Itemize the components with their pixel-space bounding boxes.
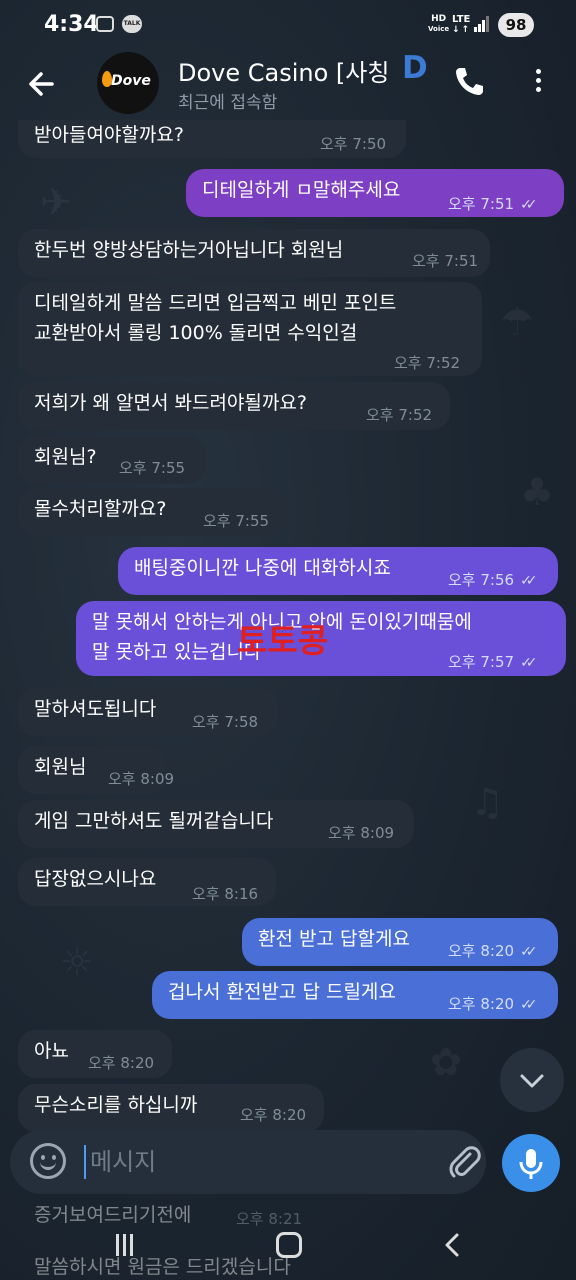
message-time: 오후 7:50 [320, 135, 387, 153]
message-time: 오후 8:20 ✓✓ [448, 942, 538, 960]
message-time: 오후 8:20 [88, 1054, 155, 1072]
talk-icon: TALK [122, 15, 142, 33]
message-text: 회원님 [34, 756, 87, 778]
read-check-icon: ✓✓ [520, 944, 538, 960]
recent-apps-icon[interactable] [116, 1234, 140, 1256]
lte-icon: LTE ↓↑ [452, 14, 471, 36]
voice-label: Voice [428, 25, 450, 33]
message-time: 오후 8:09 [108, 770, 175, 788]
home-icon[interactable] [276, 1232, 302, 1258]
lte-label: LTE [452, 14, 471, 25]
message-text: 회원님? [34, 446, 97, 468]
message-text: 배팅중이니깐 나중에 대화하시죠 [134, 557, 391, 579]
chat-status: 최근에 접속함 [178, 93, 278, 113]
doodle-icon: ✿ [430, 1040, 462, 1084]
avatar[interactable]: Dove [97, 52, 159, 114]
chat-title[interactable]: Dove Casino [사칭 [178, 53, 389, 88]
microphone-icon [519, 1149, 543, 1179]
message-text: 겁나서 환전받고 답 드릴게요 [168, 981, 396, 1003]
message-text: 답장없으시나요 [34, 868, 157, 890]
message-time: 오후 7:52 [394, 354, 461, 372]
read-check-icon: ✓✓ [520, 997, 538, 1013]
paperclip-icon[interactable] [444, 1142, 484, 1182]
message-time: 오후 7:55 [203, 512, 270, 530]
back-arrow-icon[interactable] [22, 64, 62, 104]
message-time: 오후 7:56 ✓✓ [448, 571, 538, 589]
message-time: 오후 7:58 [192, 713, 259, 731]
emoji-icon[interactable] [30, 1143, 66, 1179]
message-text: 한두번 양방상담하는거아닙니다 회원님 [34, 239, 344, 261]
message-text: 디테일하게 ㅁ말해주세요 [202, 179, 401, 201]
read-check-icon: ✓✓ [520, 197, 538, 213]
status-time: 4:34 [44, 12, 99, 37]
message-time: 오후 7:52 [366, 406, 433, 424]
doodle-icon: ♣ [520, 470, 555, 514]
data-arrows-icon: ↓↑ [452, 25, 472, 35]
message-text: 교환받아서 롤링 100% 돌리면 수익인걸 [34, 322, 358, 344]
system-nav-bar [0, 1212, 576, 1280]
doodle-icon: ☼ [60, 940, 95, 984]
message-text: 아뇨 [34, 1040, 69, 1062]
message-text: 환전 받고 답할게요 [258, 928, 410, 950]
message-time: 오후 8:20 ✓✓ [448, 995, 538, 1013]
message-time: 오후 7:55 [119, 459, 186, 477]
read-check-icon: ✓✓ [520, 655, 538, 671]
message-time: 오후 7:51 [412, 252, 479, 270]
message-text: 무슨소리를 하십니까 [34, 1094, 198, 1116]
hd-voice-icon: HD Voice [428, 14, 449, 34]
back-icon[interactable] [440, 1232, 464, 1258]
doodle-icon: ✈ [40, 180, 72, 224]
message-time: 오후 8:09 [328, 824, 395, 842]
battery-indicator: 98 [498, 13, 534, 37]
message-text: 게임 그만하셔도 될꺼같습니다 [34, 810, 274, 832]
microphone-button[interactable] [502, 1134, 560, 1192]
message-time: 오후 7:57 ✓✓ [448, 653, 538, 671]
chat-header: Dove Dove Casino [사칭 D 최근에 접속함 [0, 50, 576, 120]
message-text: 디테일하게 말씀 드리면 입금찍고 베민 포인트 [34, 292, 397, 314]
scroll-down-button[interactable] [500, 1048, 564, 1112]
message-text: 받아들여야할까요? [34, 124, 184, 146]
phone-icon[interactable] [452, 64, 486, 98]
doodle-icon: ♫ [470, 780, 505, 824]
text-cursor [84, 1145, 86, 1179]
message-composer [10, 1130, 486, 1194]
message-text: 저희가 왜 알면서 봐드려야될까요? [34, 392, 307, 414]
message-time: 오후 8:20 [240, 1106, 307, 1124]
title-suffix: D [402, 50, 428, 86]
hd-label: HD [431, 14, 447, 24]
watermark: 토토콩 [237, 621, 329, 660]
screenshot-icon [96, 16, 114, 32]
message-time: 오후 8:16 [192, 885, 259, 903]
signal-icon [474, 16, 489, 32]
message-text: 몰수처리할까요? [34, 498, 167, 520]
message-time: 오후 7:51 ✓✓ [448, 195, 538, 213]
status-bar: 4:34 TALK HD Voice LTE ↓↑ 98 [0, 0, 576, 50]
read-check-icon: ✓✓ [520, 573, 538, 589]
message-text: 말하셔도됩니다 [34, 698, 157, 720]
more-menu-icon[interactable] [526, 66, 550, 98]
message-input[interactable] [90, 1142, 390, 1182]
avatar-logo-text: Dove [111, 73, 151, 89]
doodle-icon: ☂ [500, 300, 535, 344]
chevron-down-icon [520, 1074, 544, 1088]
